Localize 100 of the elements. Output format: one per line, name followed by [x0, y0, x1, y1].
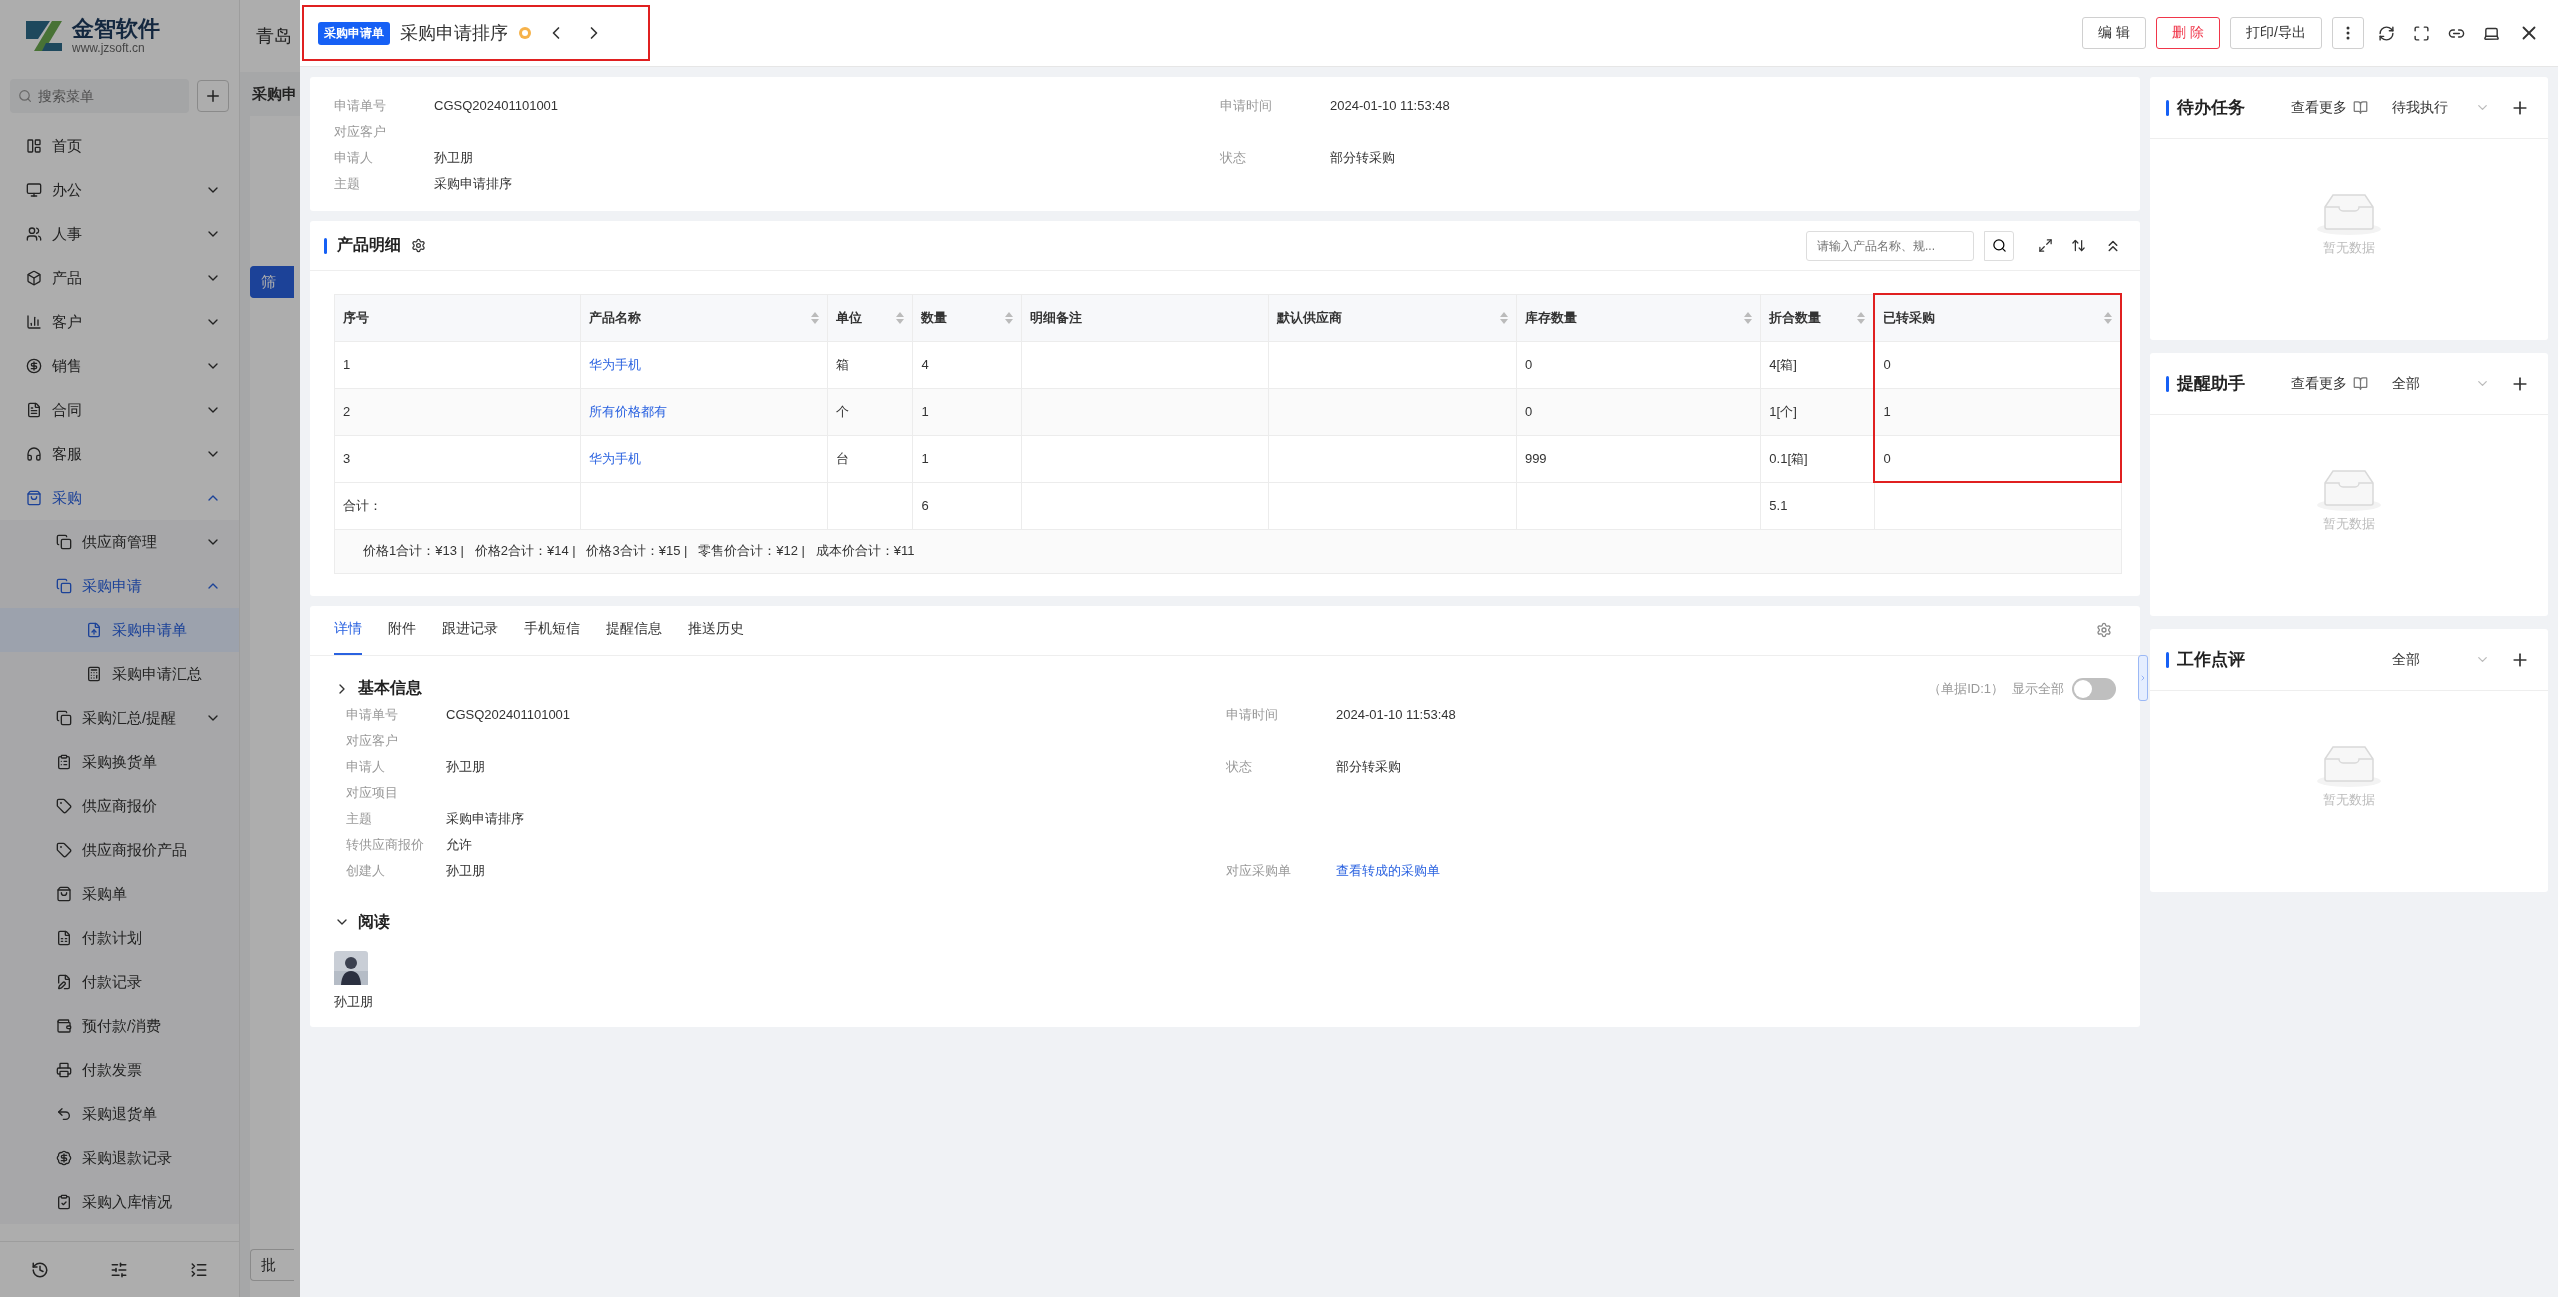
menu-item[interactable]: 客户: [0, 300, 239, 344]
delete-button[interactable]: 删 除: [2156, 17, 2221, 49]
column-label: 库存数量: [1524, 308, 1577, 327]
bag-icon: [26, 490, 42, 506]
column-header[interactable]: 产品名称: [580, 294, 828, 341]
tab[interactable]: 详情: [334, 605, 362, 655]
field-label: 主题: [346, 809, 373, 828]
filter-select[interactable]: 待我执行: [2392, 98, 2490, 117]
more-icon: [2346, 26, 2350, 40]
section-title: 阅读: [358, 911, 390, 932]
search-icon: [1991, 238, 2007, 253]
menu-label: 采购申请单: [112, 620, 188, 640]
document-edit-icon: [56, 974, 72, 990]
view-more-link[interactable]: 查看更多: [2291, 98, 2368, 117]
sort-icon: [1744, 311, 1753, 324]
menu-item[interactable]: 采购入库情况: [0, 1180, 239, 1224]
menu-item[interactable]: 采购汇总/提醒: [0, 696, 239, 740]
column-label: 产品名称: [589, 308, 642, 327]
tab[interactable]: 附件: [388, 605, 416, 655]
toggle-label: 显示全部: [2012, 679, 2064, 698]
menu-item[interactable]: 采购退货单: [0, 1092, 239, 1136]
product-search-box[interactable]: 请输入产品名称、规...: [1806, 230, 1974, 261]
menu-item[interactable]: 采购: [0, 476, 239, 520]
field-label: 对应采购单: [1226, 861, 1292, 880]
menu-item[interactable]: 采购退款记录: [0, 1136, 239, 1180]
menu-item[interactable]: 供应商报价: [0, 784, 239, 828]
column-header[interactable]: 数量: [912, 294, 1022, 341]
product-search-field[interactable]: 请输入产品名称、规...: [1815, 237, 1973, 254]
tab[interactable]: 跟进记录: [442, 605, 498, 655]
batch-button[interactable]: 批: [250, 1249, 294, 1281]
add-button[interactable]: [197, 80, 229, 112]
product-link[interactable]: 华为手机: [580, 435, 828, 482]
menu-item[interactable]: 供应商报价产品: [0, 828, 239, 872]
menu-label: 供应商管理: [82, 532, 158, 552]
view-more-link[interactable]: 查看更多: [2291, 374, 2368, 393]
table-cell: 999: [1516, 435, 1761, 482]
field-label: 对应项目: [346, 783, 399, 802]
column-header[interactable]: 折合数量: [1760, 294, 1875, 341]
menu-item[interactable]: 采购换货单: [0, 740, 239, 784]
table-cell: 0: [1516, 341, 1761, 388]
menu-item[interactable]: 合同: [0, 388, 239, 432]
sliders-icon: [110, 1260, 129, 1279]
menu-item[interactable]: 产品: [0, 256, 239, 300]
tab[interactable]: 提醒信息: [606, 605, 662, 655]
menu-item[interactable]: 首页: [0, 124, 239, 168]
book-icon: [2353, 376, 2368, 391]
menu-item[interactable]: 人事: [0, 212, 239, 256]
table-cell: 3: [334, 435, 581, 482]
bag-icon: [56, 886, 72, 902]
menu-item[interactable]: 付款计划: [0, 916, 239, 960]
column-header[interactable]: 库存数量: [1516, 294, 1761, 341]
menu-item[interactable]: 付款记录: [0, 960, 239, 1004]
menu-item[interactable]: 付款发票: [0, 1048, 239, 1092]
fullscreen-icon: [2413, 24, 2430, 42]
field-value: 允许: [446, 835, 473, 854]
clipboard-icon: [56, 754, 72, 770]
menu-label: 合同: [52, 400, 83, 420]
field-label: 状态: [1226, 757, 1253, 776]
column-label: 数量: [921, 308, 948, 327]
menu-item[interactable]: 采购申请单: [0, 608, 239, 652]
menu-item[interactable]: 客服: [0, 432, 239, 476]
search-button[interactable]: [1984, 230, 2014, 261]
menu-item[interactable]: 办公: [0, 168, 239, 212]
column-header[interactable]: 明细备注: [1021, 294, 1269, 341]
filter-button[interactable]: 筛: [250, 266, 294, 298]
menu-item[interactable]: 供应商管理: [0, 520, 239, 564]
field-value: 孙卫朋: [446, 861, 486, 880]
column-header[interactable]: 已转采购: [1874, 294, 2121, 341]
filter-select[interactable]: 全部: [2392, 650, 2490, 669]
action-button[interactable]: 打印/导出: [2230, 17, 2322, 49]
tab[interactable]: 手机短信: [524, 605, 580, 655]
menu-label: 采购汇总/提醒: [82, 708, 178, 728]
table-cell: 1: [912, 435, 1022, 482]
table-cell: 1: [1874, 388, 2121, 435]
action-button[interactable]: 编 辑: [2082, 17, 2147, 49]
menu-search-box[interactable]: 搜索菜单: [10, 79, 189, 113]
product-link[interactable]: 所有价格都有: [580, 388, 828, 435]
menu-item[interactable]: 采购申请汇总: [0, 652, 239, 696]
chevron-right-icon: [2139, 673, 2147, 683]
column-header[interactable]: 单位: [827, 294, 913, 341]
field-value: 孙卫朋: [434, 149, 474, 167]
column-header[interactable]: 序号: [334, 294, 581, 341]
empty-inbox-icon: [2317, 744, 2381, 787]
product-link[interactable]: 华为手机: [580, 341, 828, 388]
purchase-order-link[interactable]: 查看转成的采购单: [1336, 857, 2116, 884]
menu-item[interactable]: 预付款/消费: [0, 1004, 239, 1048]
copy-icon: [56, 710, 72, 726]
printer-icon: [56, 1062, 72, 1078]
menu-label: 付款发票: [82, 1060, 143, 1080]
menu-search-field[interactable]: 搜索菜单: [36, 87, 181, 105]
menu-item[interactable]: 销售: [0, 344, 239, 388]
filter-select[interactable]: 全部: [2392, 374, 2490, 393]
tab[interactable]: 推送历史: [688, 605, 744, 655]
settings-icon: [2096, 622, 2112, 638]
column-header[interactable]: 默认供应商: [1268, 294, 1517, 341]
menu-item[interactable]: 采购申请: [0, 564, 239, 608]
show-all-toggle[interactable]: [2072, 677, 2116, 700]
sort-icon: [1857, 311, 1866, 324]
menu-item[interactable]: 采购单: [0, 872, 239, 916]
coin-icon: [518, 26, 532, 40]
